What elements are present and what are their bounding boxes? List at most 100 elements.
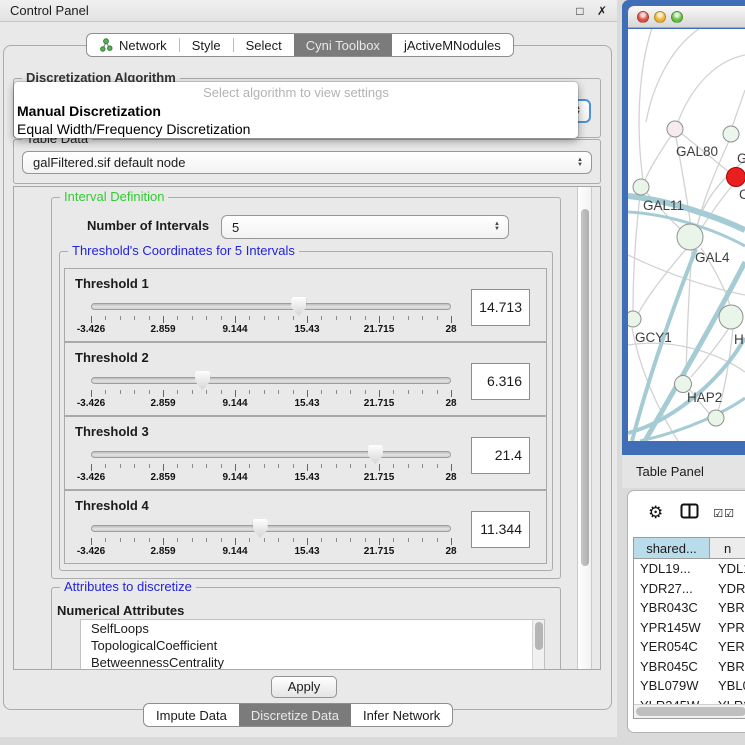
table-cell-name[interactable]: YDL1 bbox=[710, 559, 745, 579]
table-cell-shared-name[interactable]: YBR045C bbox=[634, 657, 710, 677]
table-row[interactable]: YDL19...YDL1 bbox=[634, 559, 745, 579]
gear-icon[interactable]: ⚙ bbox=[648, 503, 663, 523]
float-window-icon[interactable]: □ bbox=[576, 4, 583, 18]
tab-network[interactable]: Network bbox=[87, 34, 179, 56]
slider-tick bbox=[321, 464, 322, 468]
apply-button[interactable]: Apply bbox=[271, 676, 337, 698]
table-row[interactable]: YPR145WYPR1 bbox=[634, 618, 745, 638]
attribute-list-item-selfloops[interactable]: SelfLoops bbox=[81, 620, 544, 637]
threshold-value-field[interactable]: 21.4 bbox=[471, 437, 530, 474]
network-node-label-gcy1: GCY1 bbox=[635, 330, 672, 345]
algorithm-dropdown-popup: Select algorithm to view settings Manual… bbox=[14, 82, 578, 138]
settings-vertical-scrollbar[interactable] bbox=[577, 187, 592, 670]
slider-tick bbox=[307, 316, 308, 323]
slider-tick bbox=[336, 316, 337, 320]
slider-tick-label: 2.859 bbox=[150, 398, 175, 409]
table-horizontal-scrollbar-thumb[interactable] bbox=[636, 707, 745, 716]
tab-cyni-toolbox[interactable]: Cyni Toolbox bbox=[294, 34, 392, 56]
network-node[interactable] bbox=[633, 179, 649, 195]
attributes-list-scrollbar[interactable] bbox=[532, 620, 544, 670]
network-node[interactable] bbox=[677, 224, 703, 250]
table-cell-name[interactable]: YDR2 bbox=[710, 579, 745, 599]
network-node[interactable] bbox=[628, 311, 641, 327]
number-of-intervals-combobox[interactable]: 5 ▲▼ bbox=[221, 215, 509, 239]
table-cell-shared-name[interactable]: YDL19... bbox=[634, 559, 710, 579]
split-columns-icon[interactable] bbox=[680, 503, 699, 524]
network-node[interactable] bbox=[719, 305, 743, 329]
network-node[interactable] bbox=[667, 121, 683, 137]
threshold-value-field[interactable]: 14.713 bbox=[471, 289, 530, 326]
minimize-traffic-light-icon[interactable] bbox=[654, 11, 666, 23]
close-traffic-light-icon[interactable] bbox=[637, 11, 649, 23]
network-node[interactable] bbox=[708, 410, 724, 426]
threshold-slider-track[interactable] bbox=[91, 303, 451, 310]
network-node[interactable] bbox=[727, 168, 745, 187]
slider-tick bbox=[134, 390, 135, 394]
threshold-value-field[interactable]: 11.344 bbox=[471, 511, 530, 548]
threshold-slider-thumb[interactable] bbox=[253, 519, 268, 538]
slider-tick bbox=[249, 316, 250, 320]
node-attribute-table: shared... n YDL19...YDL1YDR27...YDR2YBR0… bbox=[633, 537, 745, 719]
attribute-list-item-betweennesscentrality[interactable]: BetweennessCentrality bbox=[81, 654, 544, 670]
table-cell-shared-name[interactable]: YER054C bbox=[634, 637, 710, 657]
tab-label: jActiveMNodules bbox=[404, 38, 501, 53]
table-cell-name[interactable]: YPR1 bbox=[710, 618, 745, 638]
tab-style[interactable]: Style bbox=[180, 34, 233, 56]
threshold-slider-track[interactable] bbox=[91, 377, 451, 384]
threshold-slider-thumb[interactable] bbox=[291, 297, 306, 316]
table-horizontal-scrollbar[interactable] bbox=[634, 704, 745, 718]
slider-tick bbox=[91, 316, 92, 323]
table-cell-name[interactable]: YER0 bbox=[710, 637, 745, 657]
zoom-traffic-light-icon[interactable] bbox=[671, 11, 683, 23]
table-cell-shared-name[interactable]: YBR043C bbox=[634, 598, 710, 618]
table-row[interactable]: YBR043CYBR0 bbox=[634, 598, 745, 618]
table-row[interactable]: YDR27...YDR2 bbox=[634, 579, 745, 599]
slider-tick bbox=[321, 390, 322, 394]
table-cell-name[interactable]: YBR0 bbox=[710, 598, 745, 618]
select-columns-checkboxes-icon[interactable]: ☑☑ bbox=[713, 507, 735, 520]
slider-tick-label: 9.144 bbox=[222, 546, 247, 557]
table-cell-name[interactable]: YBL0 bbox=[710, 676, 745, 696]
tab-label: Cyni Toolbox bbox=[306, 38, 380, 53]
column-header-shared-name[interactable]: shared... bbox=[634, 538, 710, 558]
tab-jactivemnodules[interactable]: jActiveMNodules bbox=[392, 34, 513, 56]
slider-tick bbox=[307, 390, 308, 397]
slider-tick bbox=[437, 316, 438, 320]
threshold-slider-thumb[interactable] bbox=[195, 371, 210, 390]
tab-select[interactable]: Select bbox=[234, 34, 294, 56]
threshold-slider-track[interactable] bbox=[91, 451, 451, 458]
threshold-label: Threshold 1 bbox=[75, 276, 149, 291]
attribute-list-item-topologicalcoefficient[interactable]: TopologicalCoefficient bbox=[81, 637, 544, 654]
bottom-tab-discretize-data[interactable]: Discretize Data bbox=[239, 704, 351, 726]
bottom-tab-infer-network[interactable]: Infer Network bbox=[351, 704, 452, 726]
attributes-list-scrollbar-thumb[interactable] bbox=[535, 622, 543, 650]
slider-tick bbox=[422, 316, 423, 320]
slider-tick bbox=[91, 390, 92, 397]
table-cell-shared-name[interactable]: YBL079W bbox=[634, 676, 710, 696]
table-row[interactable]: YER054CYER0 bbox=[634, 637, 745, 657]
threshold-value-field[interactable]: 6.316 bbox=[471, 363, 530, 400]
settings-scrollbar-thumb[interactable] bbox=[581, 209, 589, 566]
table-data-combobox[interactable]: galFiltered.sif default node ▲▼ bbox=[22, 151, 592, 174]
threshold-panel-4: Threshold 4-3.4262.8599.14415.4321.71528… bbox=[64, 490, 547, 564]
bottom-tab-impute-data[interactable]: Impute Data bbox=[144, 704, 239, 726]
network-node[interactable] bbox=[723, 126, 739, 142]
slider-tick bbox=[134, 316, 135, 320]
table-cell-shared-name[interactable]: YDR27... bbox=[634, 579, 710, 599]
slider-tick bbox=[221, 390, 222, 394]
table-panel-toolbar: ⚙ ☑☑ bbox=[636, 499, 745, 527]
slider-tick bbox=[221, 464, 222, 468]
close-window-icon[interactable]: ✗ bbox=[597, 4, 607, 18]
network-canvas[interactable]: GAL80GCGAL11GAL4GCY1HHAP2 bbox=[628, 29, 745, 441]
threshold-slider-track[interactable] bbox=[91, 525, 451, 532]
window-title: Control Panel bbox=[10, 3, 89, 18]
table-cell-name[interactable]: YBR0 bbox=[710, 657, 745, 677]
threshold-slider-thumb[interactable] bbox=[368, 445, 383, 464]
table-cell-shared-name[interactable]: YPR145W bbox=[634, 618, 710, 638]
column-header-name[interactable]: n bbox=[710, 538, 745, 558]
algorithm-option-equal-width-frequency[interactable]: Equal Width/Frequency Discretization bbox=[14, 120, 578, 138]
table-row[interactable]: YBR045CYBR0 bbox=[634, 657, 745, 677]
table-row[interactable]: YBL079WYBL0 bbox=[634, 676, 745, 696]
algorithm-popup-hint: Select algorithm to view settings bbox=[14, 85, 578, 102]
algorithm-option-manual-discretization[interactable]: Manual Discretization bbox=[14, 102, 578, 120]
